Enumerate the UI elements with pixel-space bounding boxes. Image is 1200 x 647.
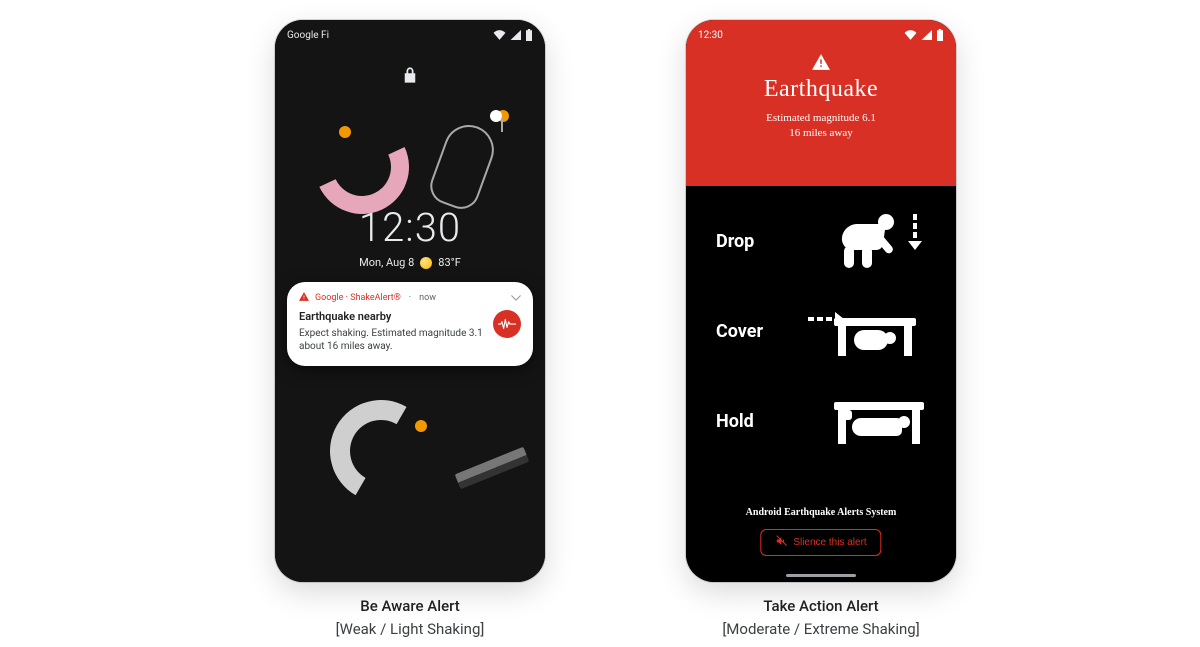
seismic-wave-icon [493,310,521,338]
caption-title: Take Action Alert [686,596,956,617]
notification-body: Expect shaking. Estimated magnitude 3.1 … [299,327,483,354]
step-drop: Drop [716,210,932,272]
cover-pictogram-icon [804,300,932,362]
clock-date: Mon, Aug 8 [359,256,414,269]
step-label: Hold [716,411,786,432]
take-action-screen: 12:30 Earthquake [686,20,956,582]
earthquake-notification[interactable]: Google · ShakeAlert® · now Earthquake ne… [287,282,533,366]
cellular-icon [510,30,521,40]
caption-subtitle: [Weak / Light Shaking] [275,619,545,640]
caption-title: Be Aware Alert [275,596,545,617]
step-hold: Hold [716,390,932,452]
silence-alert-button[interactable]: Slience this alert [760,529,881,556]
status-bar: Google Fi [275,20,545,46]
lock-icon [403,66,417,88]
chevron-down-icon[interactable] [511,293,521,304]
system-label: Android Earthquake Alerts System [686,507,956,518]
battery-icon [525,29,533,41]
status-bar: 12:30 [686,20,956,46]
alert-triangle-icon [299,292,309,304]
alert-magnitude: Estimated magnitude 6.1 [766,112,876,124]
notification-time: now [419,293,436,303]
caption-subtitle: [Moderate / Extreme Shaking] [686,619,956,640]
caption-left: Be Aware Alert [Weak / Light Shaking] [275,596,545,640]
mute-icon [775,535,787,550]
clock-temp: 83°F [438,256,461,269]
silence-label: Slience this alert [793,537,866,548]
status-time: 12:30 [698,30,723,41]
step-cover: Cover [716,300,932,362]
caption-right: Take Action Alert [Moderate / Extreme Sh… [686,596,956,640]
wifi-icon [904,30,917,40]
instruction-steps: Drop Cover Hold [716,210,932,452]
drop-pictogram-icon [804,210,932,272]
lockscreen-clock: 12:30 Mon, Aug 8 83°F [275,204,545,270]
alert-title: Earthquake [686,76,956,103]
notification-source: Google · ShakeAlert® [315,293,401,303]
lockscreen: Google Fi 12:30 [275,20,545,582]
weather-icon [420,257,432,269]
clock-time: 12:30 [275,204,545,251]
notification-title: Earthquake nearby [299,310,483,325]
step-label: Drop [716,231,786,252]
step-label: Cover [716,321,786,342]
alert-triangle-icon [686,54,956,70]
phone-take-action: 12:30 Earthquake [686,20,956,582]
carrier-label: Google Fi [287,30,329,41]
alert-distance: 16 miles away [789,127,853,139]
phone-be-aware: Google Fi 12:30 [275,20,545,582]
hold-pictogram-icon [804,390,932,452]
gesture-nav-pill[interactable] [786,574,856,577]
wifi-icon [493,30,506,40]
battery-icon [936,29,944,41]
cellular-icon [921,30,932,40]
